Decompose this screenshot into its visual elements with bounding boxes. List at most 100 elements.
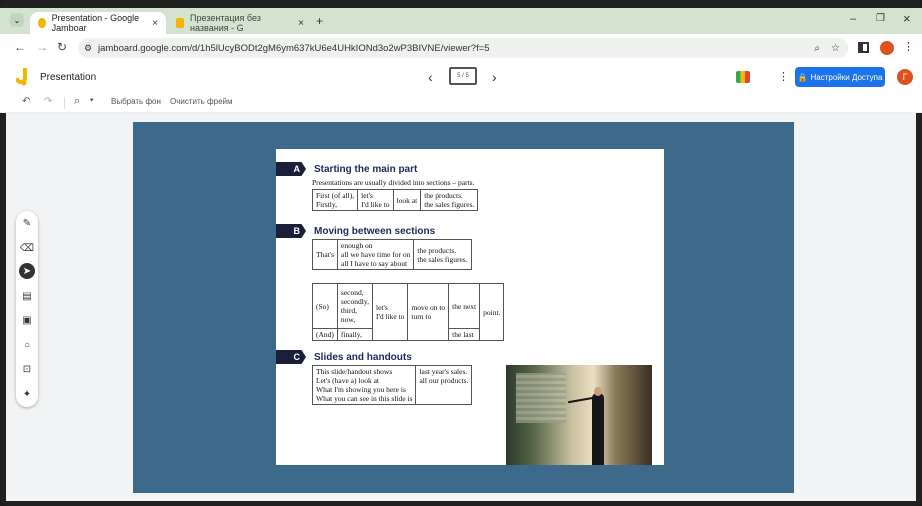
presenter-head <box>594 387 602 396</box>
sticky-note-icon[interactable]: ▤ <box>19 288 35 304</box>
tools-panel: ✎ ⌫ ➤ ▤ ▣ ○ ⊡ ✦ <box>16 211 38 407</box>
tab-search-button[interactable]: ⌄ <box>10 13 24 27</box>
phrase-table-b2: (So) second, secondly, third, now, let's… <box>312 283 505 341</box>
forward-icon[interactable]: → <box>36 40 48 54</box>
address-bar: ← → ↻ ⚙ jamboard.google.com/d/1h5lUcyBOD… <box>0 34 922 62</box>
section-b-header: B Moving between sections <box>276 224 435 238</box>
image-icon[interactable]: ▣ <box>19 312 35 328</box>
section-badge: B <box>276 224 306 238</box>
section-a-header: A Starting the main part <box>276 162 417 176</box>
table-cell: look at <box>392 189 422 211</box>
tab-title: Presentation - Google Jamboar <box>51 13 140 33</box>
section-c-header: C Slides and handouts <box>276 350 412 364</box>
browser-window: ⌄ Presentation - Google Jamboar × Презен… <box>0 0 922 506</box>
zoom-dropdown-icon[interactable]: ▾ <box>90 96 94 104</box>
maximize-button[interactable]: ❐ <box>876 13 885 24</box>
table-cell: move on to turn to <box>407 283 450 341</box>
section-badge: A <box>276 162 306 176</box>
canvas-area: ✎ ⌫ ➤ ▤ ▣ ○ ⊡ ✦ A Starting the main part… <box>6 113 916 501</box>
laser-icon[interactable]: ✦ <box>19 386 35 402</box>
text-box-icon[interactable]: ⊡ <box>19 361 35 377</box>
table-cell: finally, <box>336 328 373 341</box>
table-cell: point. <box>479 283 505 341</box>
phrase-table-b1: That's enough on all we have time for on… <box>311 239 472 270</box>
tab-slides[interactable]: Презентация без названия - G × <box>168 12 312 34</box>
close-tab-icon[interactable]: × <box>152 18 158 29</box>
table-cell: let's I'd like to <box>371 283 409 341</box>
previous-frame-button[interactable]: ‹ <box>428 69 433 85</box>
table-cell: last year's sales. all our products. <box>415 365 473 405</box>
table-row: This slide/handout shows Let's (have a) … <box>311 365 473 405</box>
tab-title: Презентация без названия - G <box>190 13 261 33</box>
close-tab-icon[interactable]: × <box>298 18 304 29</box>
browser-menu-icon[interactable]: ⋮ <box>903 40 914 53</box>
circle-shape-icon[interactable]: ○ <box>19 337 35 353</box>
chart-board <box>516 373 566 423</box>
phrase-table-a: First (of all), Firstly, let's I'd like … <box>311 189 479 211</box>
set-background-button[interactable]: Выбрать фон <box>111 97 161 106</box>
table-cell: second, secondly, third, now, <box>336 283 373 329</box>
table-cell: (So) <box>312 283 338 329</box>
section-title: Slides and handouts <box>314 351 412 363</box>
url-text: jamboard.google.com/d/1h5lUcyBODt2gM6ym6… <box>98 42 490 54</box>
clear-frame-button[interactable]: Очистить фрейм <box>170 97 233 106</box>
back-icon[interactable]: ← <box>14 40 26 54</box>
section-badge: C <box>276 350 306 364</box>
zoom-icon[interactable]: ⌕ <box>74 95 80 108</box>
frame-toolbar: ↶ ↷ ⌕ ▾ Выбрать фон Очистить фрейм <box>0 93 922 113</box>
presenter-figure <box>592 393 604 465</box>
side-panel-icon[interactable] <box>858 42 869 53</box>
phrase-table-c: This slide/handout shows Let's (have a) … <box>311 365 473 405</box>
share-label: Настройки Доступа <box>810 72 883 82</box>
slides-favicon-icon <box>176 18 185 28</box>
zoom-icon[interactable]: ⌕ <box>814 43 820 54</box>
table-cell: First (of all), Firstly, <box>311 189 359 211</box>
table-cell: the next <box>448 283 481 329</box>
redo-icon[interactable]: ↷ <box>44 96 52 107</box>
table-cell: let's I'd like to <box>357 189 394 211</box>
document-title[interactable]: Presentation <box>40 72 96 83</box>
table-cell: That's <box>311 239 339 270</box>
more-options-icon[interactable]: ⋮ <box>778 70 789 83</box>
frame-bar-button[interactable]: 5 / 5 <box>449 67 477 85</box>
table-cell: This slide/handout shows Let's (have a) … <box>311 365 417 405</box>
bookmark-star-icon[interactable]: ☆ <box>831 43 840 54</box>
site-info-icon[interactable]: ⚙ <box>84 43 92 54</box>
divider <box>64 97 65 109</box>
close-window-button[interactable]: × <box>903 11 911 26</box>
tab-bar: ⌄ Presentation - Google Jamboar × Презен… <box>0 8 922 34</box>
table-row: First (of all), Firstly, let's I'd like … <box>311 189 479 211</box>
user-avatar[interactable]: Г <box>897 69 913 85</box>
select-arrow-icon[interactable]: ➤ <box>19 263 35 279</box>
section-title: Starting the main part <box>314 163 418 175</box>
share-button[interactable]: 🔒 Настройки Доступа <box>795 67 885 87</box>
frame-indicator: 5 / 5 <box>457 73 469 79</box>
table-row: (So) second, secondly, third, now, let's… <box>312 283 505 341</box>
jamboard-header: Presentation ‹ 5 / 5 › ⋮ 🔒 Настройки Дост… <box>0 62 922 93</box>
undo-icon[interactable]: ↶ <box>22 96 30 107</box>
section-intro: Presentations are usually divided into s… <box>312 178 475 187</box>
minimize-button[interactable]: – <box>850 13 856 25</box>
jam-frame[interactable]: A Starting the main part Presentations a… <box>133 122 794 493</box>
presenter-photo <box>506 365 652 465</box>
reload-icon[interactable]: ↻ <box>57 40 67 54</box>
table-row: That's enough on all we have time for on… <box>311 239 472 270</box>
new-tab-button[interactable]: + <box>316 14 323 28</box>
jamboard-logo-icon <box>15 68 28 86</box>
jamboard-favicon-icon <box>38 18 46 28</box>
lock-icon: 🔒 <box>797 72 808 82</box>
table-cell: enough on all we have time for on all I … <box>337 239 415 270</box>
eraser-icon[interactable]: ⌫ <box>19 240 35 256</box>
pen-icon[interactable]: ✎ <box>19 215 35 231</box>
presenter-arm <box>568 396 594 404</box>
meet-icon[interactable] <box>736 71 750 83</box>
profile-avatar[interactable] <box>880 41 894 55</box>
url-field[interactable]: ⚙ jamboard.google.com/d/1h5lUcyBODt2gM6y… <box>78 38 848 58</box>
textbook-page-image: A Starting the main part Presentations a… <box>276 149 664 465</box>
tab-jamboard[interactable]: Presentation - Google Jamboar × <box>30 12 166 34</box>
table-cell: the last <box>448 328 481 341</box>
table-cell: the products. the sales figures. <box>420 189 479 211</box>
table-cell: (And) <box>312 328 338 341</box>
table-cell: the products. the sales figures. <box>413 239 472 270</box>
next-frame-button[interactable]: › <box>492 69 497 85</box>
